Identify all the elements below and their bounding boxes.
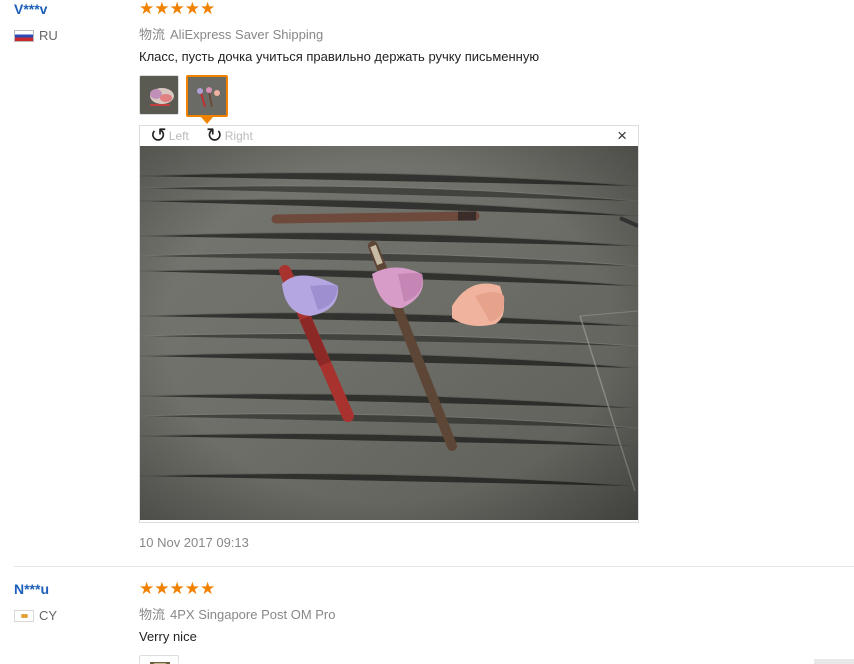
- country-code: RU: [39, 28, 58, 43]
- review-photo-large[interactable]: [140, 146, 638, 520]
- review-text: Verry nice: [139, 629, 197, 644]
- rotate-right-label: Right: [224, 129, 253, 143]
- review-photo-thumb-1[interactable]: [139, 75, 179, 115]
- reviewer-country: CY: [14, 608, 57, 623]
- shipping-info: 物流 AliExpress Saver Shipping: [139, 24, 323, 43]
- reviewer-name[interactable]: V***v: [14, 1, 47, 17]
- rotate-right-icon: ↻: [206, 125, 223, 147]
- viewer-toolbar: ↺ Left ↻ Right ×: [140, 126, 638, 146]
- flag-icon: [14, 609, 34, 622]
- active-thumb-caret: [201, 117, 213, 124]
- review-1: V***v RU ★★★★★ 物流 AliExpress Saver Shippi…: [0, 0, 854, 560]
- thumb-image: [140, 76, 178, 114]
- review-photo-thumb-1[interactable]: [139, 655, 179, 664]
- star-rating: ★★★★★: [139, 579, 216, 598]
- rotate-right-button[interactable]: ↻ Right: [206, 125, 253, 147]
- shipping-label: 物流: [139, 27, 166, 42]
- rotate-left-label: Left: [168, 129, 189, 143]
- review-2: N***u CY ★★★★★ 物流 4PX Singapore Post OM P…: [0, 575, 854, 664]
- country-code: CY: [39, 608, 58, 623]
- photo-viewer: ↺ Left ↻ Right ×: [139, 125, 639, 523]
- thumb-image: [140, 660, 178, 664]
- shipping-method: 4PX Singapore Post OM Pro: [170, 607, 336, 622]
- scroll-to-top-button[interactable]: [814, 659, 854, 664]
- reviewer-country: RU: [14, 28, 58, 43]
- reviewer-name[interactable]: N***u: [14, 581, 49, 597]
- shipping-info: 物流 4PX Singapore Post OM Pro: [139, 604, 336, 623]
- review-divider: [14, 566, 854, 567]
- shipping-label: 物流: [139, 607, 166, 622]
- shipping-method: AliExpress Saver Shipping: [170, 27, 324, 42]
- rotate-left-button[interactable]: ↺ Left: [150, 125, 189, 147]
- thumb-image: [188, 77, 226, 115]
- flag-icon: [14, 29, 34, 42]
- star-rating: ★★★★★: [139, 0, 216, 18]
- rotate-left-icon: ↺: [150, 125, 167, 147]
- review-date: 10 Nov 2017 09:13: [139, 535, 249, 550]
- review-photo-thumb-2[interactable]: [186, 75, 228, 117]
- review-text: Класс, пусть дочка учиться правильно дер…: [139, 49, 540, 64]
- close-icon[interactable]: ×: [617, 127, 627, 145]
